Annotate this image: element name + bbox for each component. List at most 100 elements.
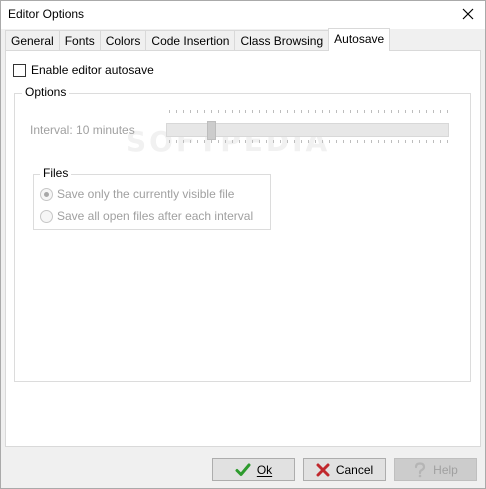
cancel-button[interactable]: Cancel — [303, 458, 386, 481]
slider-tick — [266, 140, 268, 143]
slider-tick — [301, 140, 303, 143]
slider-tick — [238, 110, 240, 113]
enable-autosave-label[interactable]: Enable editor autosave — [31, 63, 154, 77]
slider-tick — [189, 110, 191, 113]
slider-tick — [419, 110, 421, 113]
slider-tick — [189, 140, 191, 143]
enable-autosave-checkbox[interactable] — [13, 64, 26, 77]
x-icon — [316, 463, 330, 476]
slider-tick — [321, 140, 323, 143]
slider-tick — [419, 140, 421, 143]
slider-tick — [342, 140, 344, 143]
slider-tick — [273, 140, 275, 143]
slider-tick — [370, 140, 372, 143]
slider-tick — [210, 140, 212, 143]
slider-tick — [203, 140, 205, 143]
tab-code-insertion[interactable]: Code Insertion — [145, 30, 236, 51]
close-icon — [462, 8, 474, 20]
slider-tick — [356, 110, 358, 113]
radio-save-all-label[interactable]: Save all open files after each interval — [57, 209, 253, 223]
radio-save-visible-label[interactable]: Save only the currently visible file — [57, 187, 234, 201]
window-title: Editor Options — [8, 7, 85, 21]
slider-tick — [384, 110, 386, 113]
radio-save-all-files[interactable] — [40, 210, 53, 223]
slider-tick — [391, 110, 393, 113]
slider-tick — [349, 140, 351, 143]
help-button[interactable]: Help — [394, 458, 477, 481]
slider-tick — [440, 110, 442, 113]
slider-tick — [391, 140, 393, 143]
help-label: Help — [433, 462, 458, 477]
slider-tick — [426, 110, 428, 113]
tab-colors[interactable]: Colors — [99, 30, 147, 51]
slider-tick — [224, 110, 226, 113]
interval-ticks-bottom — [166, 140, 449, 143]
interval-slider-thumb[interactable] — [207, 121, 216, 140]
cancel-label: Cancel — [335, 462, 374, 477]
slider-tick — [196, 140, 198, 143]
title-bar: Editor Options — [1, 1, 485, 29]
slider-tick — [259, 110, 261, 113]
slider-tick — [314, 140, 316, 143]
slider-tick — [377, 110, 379, 113]
slider-tick — [169, 140, 170, 143]
tab-general[interactable]: General — [5, 30, 60, 51]
slider-tick — [252, 140, 254, 143]
slider-tick — [440, 140, 442, 143]
slider-tick — [196, 110, 198, 113]
interval-ticks-top — [166, 110, 449, 113]
slider-tick — [426, 140, 428, 143]
tab-fonts[interactable]: Fonts — [58, 30, 101, 51]
slider-tick — [328, 110, 330, 113]
slider-tick — [287, 140, 289, 143]
slider-tick — [405, 140, 407, 143]
slider-tick — [335, 110, 337, 113]
slider-tick — [398, 140, 400, 143]
slider-tick — [231, 140, 233, 143]
slider-tick — [245, 110, 247, 113]
slider-tick — [294, 140, 296, 143]
slider-tick — [314, 110, 316, 113]
slider-tick — [252, 110, 254, 113]
slider-tick — [321, 110, 323, 113]
options-groupbox: Options Interval: 10 minutes Files Save … — [14, 85, 471, 382]
slider-tick — [301, 110, 303, 113]
slider-tick — [342, 110, 344, 113]
slider-tick — [447, 140, 448, 143]
slider-tick — [384, 140, 386, 143]
slider-tick — [356, 140, 358, 143]
slider-tick — [398, 110, 400, 113]
slider-tick — [217, 140, 219, 143]
slider-tick — [231, 110, 233, 113]
ok-button[interactable]: Ok — [212, 458, 295, 481]
slider-tick — [349, 110, 351, 113]
tab-autosave[interactable]: Autosave — [328, 28, 391, 51]
close-button[interactable] — [451, 1, 485, 27]
slider-tick — [182, 140, 184, 143]
slider-tick — [287, 110, 289, 113]
slider-tick — [245, 140, 247, 143]
slider-tick — [328, 140, 330, 143]
files-group-title: Files — [40, 166, 72, 180]
slider-tick — [175, 110, 177, 113]
slider-tick — [412, 110, 414, 113]
interval-label: Interval: 10 minutes — [30, 123, 135, 137]
slider-tick — [335, 140, 337, 143]
radio-save-visible-file[interactable] — [40, 188, 53, 201]
slider-tick — [363, 140, 365, 143]
slider-tick — [370, 110, 372, 113]
slider-tick — [405, 110, 407, 113]
options-group-title: Options — [22, 85, 70, 99]
slider-tick — [377, 140, 379, 143]
ok-label: Ok — [256, 462, 273, 477]
files-groupbox: Files Save only the currently visible fi… — [33, 166, 271, 230]
slider-tick — [169, 110, 170, 113]
slider-tick — [308, 110, 309, 113]
slider-tick — [280, 110, 282, 113]
tab-class-browsing[interactable]: Class Browsing — [234, 30, 330, 51]
slider-tick — [259, 140, 261, 143]
tab-strip: General Fonts Colors Code Insertion Clas… — [5, 28, 391, 51]
slider-tick — [294, 110, 296, 113]
radio-selected-dot — [44, 192, 49, 197]
slider-tick — [273, 110, 275, 113]
